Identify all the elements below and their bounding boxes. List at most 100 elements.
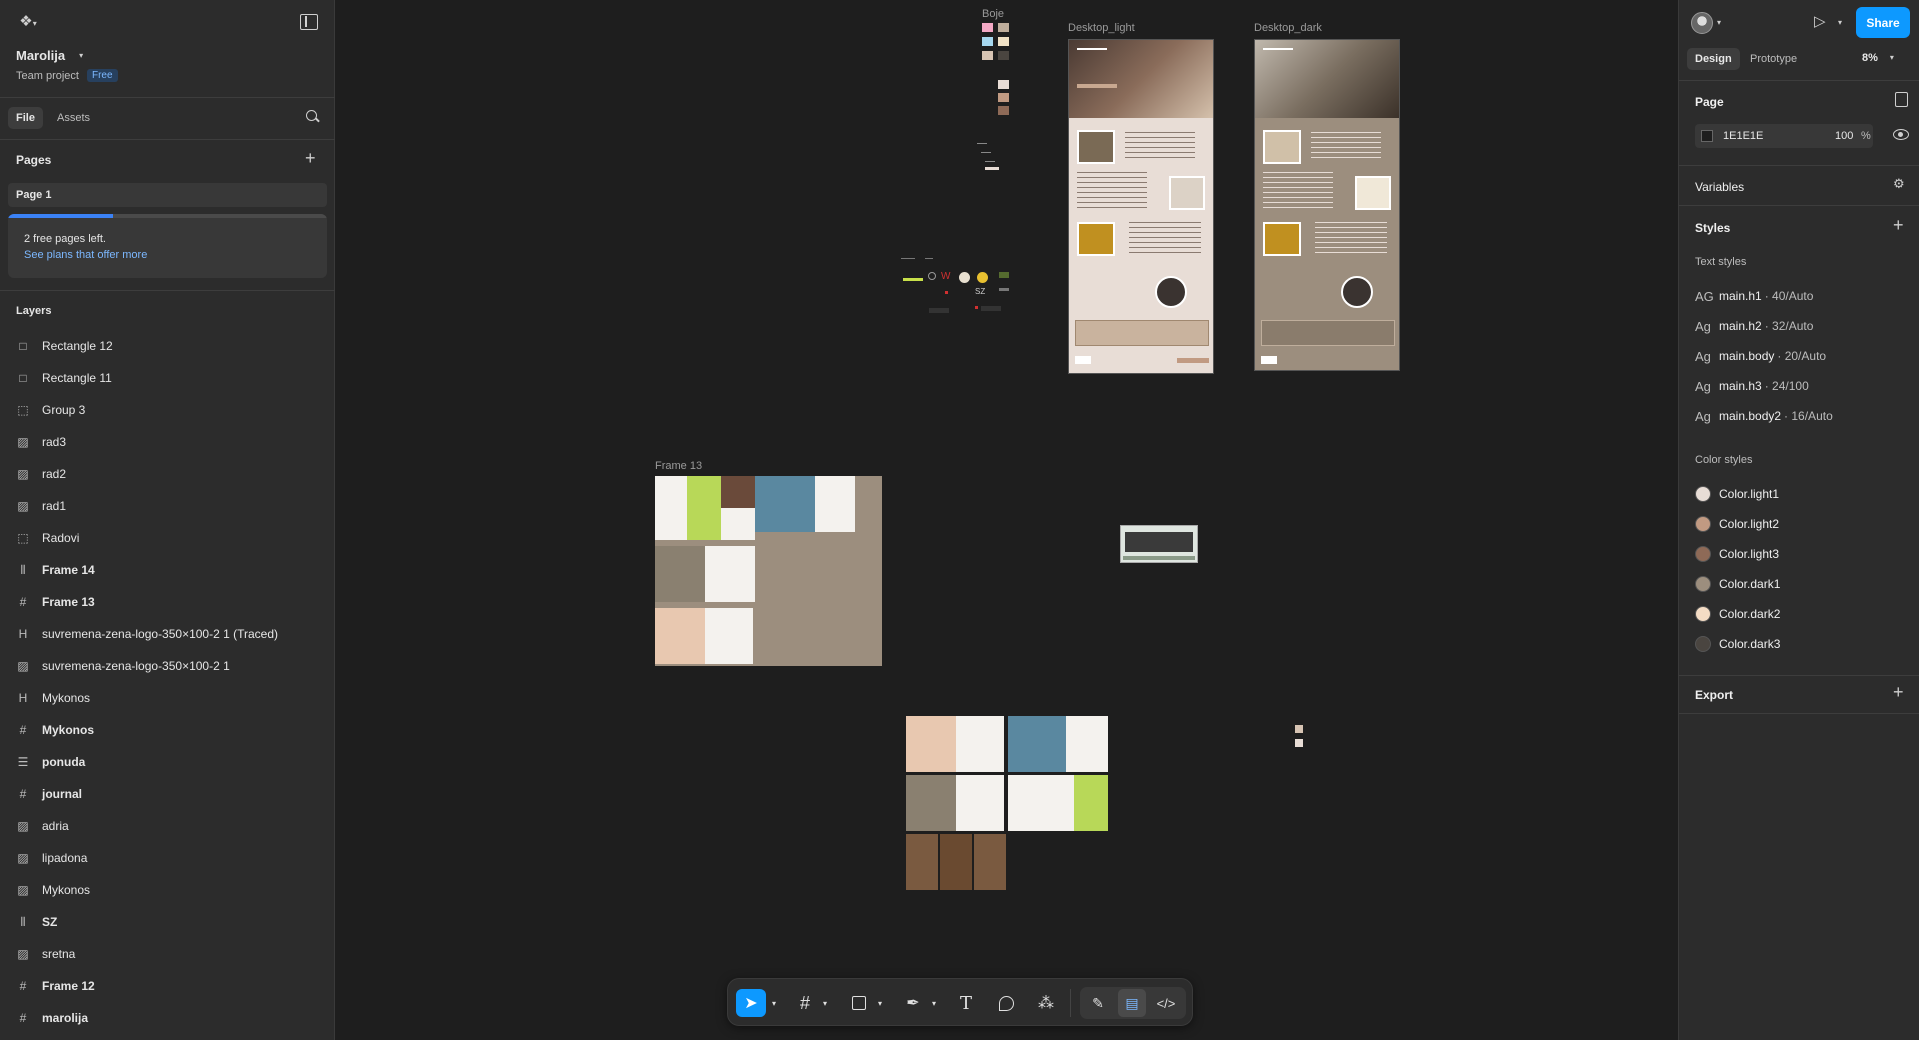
add-page-icon[interactable]: + — [305, 149, 316, 167]
sidebar-toggle-icon[interactable] — [300, 14, 318, 30]
layer-item[interactable]: # Mykonos — [16, 714, 326, 746]
layer-item[interactable]: # Frame 12 — [16, 970, 326, 1002]
laptop-mockup[interactable] — [1120, 525, 1198, 563]
layer-item[interactable]: ☰ ponuda — [16, 746, 326, 778]
move-tool-dropdown[interactable]: ▾ — [768, 989, 780, 1017]
canvas[interactable]: Boje W SZ Desktop_light Desktop_dark Fra… — [335, 0, 1890, 1040]
frame-label-frame-13[interactable]: Frame 13 — [655, 460, 702, 472]
draw-mode-button[interactable]: ✎ — [1084, 989, 1112, 1017]
color-style-swatch — [1695, 576, 1711, 592]
comment-tool-button[interactable] — [993, 989, 1019, 1017]
layer-item[interactable]: ⫴ SZ — [16, 906, 326, 938]
layer-item[interactable]: ▨ lipadona — [16, 842, 326, 874]
frame-tool-dropdown[interactable]: ▾ — [819, 989, 831, 1017]
pen-tool-button[interactable]: ✒ — [900, 989, 926, 1017]
text-icon: T — [959, 992, 972, 1014]
comment-icon — [998, 995, 1014, 1011]
zoom-dropdown[interactable]: 8% ▾ — [1862, 52, 1894, 64]
share-button[interactable]: Share — [1856, 7, 1910, 38]
layer-item[interactable]: ⬚ Group 3 — [16, 394, 326, 426]
layer-item[interactable]: ⬚ Radovi — [16, 522, 326, 554]
frame-13[interactable] — [655, 476, 882, 666]
desktop-light-frame[interactable] — [1068, 39, 1214, 374]
present-play-icon[interactable]: ▷ — [1814, 14, 1826, 29]
actions-tool-button[interactable]: ⁂ — [1033, 989, 1059, 1017]
add-export-icon[interactable]: + — [1893, 683, 1904, 701]
text-style-item[interactable]: Ag main.body2 · 16/Auto — [1695, 406, 1833, 426]
background-color-swatch[interactable] — [1701, 130, 1713, 142]
logo-cluster[interactable]: W SZ — [901, 258, 1041, 318]
image-icon: ▨ — [17, 659, 29, 673]
frame-label-boje[interactable]: Boje — [982, 8, 1004, 20]
move-tool-button[interactable]: ➤ — [736, 989, 766, 1017]
text-style-item[interactable]: AG main.h1 · 40/Auto — [1695, 286, 1813, 306]
pen-tool-dropdown[interactable]: ▾ — [928, 989, 940, 1017]
layer-item[interactable]: ⫴ Frame 14 — [16, 554, 326, 586]
text-style-item[interactable]: Ag main.h3 · 24/100 — [1695, 376, 1809, 396]
color-style-item[interactable]: Color.light3 — [1695, 544, 1779, 564]
layer-item[interactable]: ▨ Mykonos — [16, 874, 326, 906]
color-style-item[interactable]: Color.light1 — [1695, 484, 1779, 504]
layer-item[interactable]: □ Rectangle 12 — [16, 330, 326, 362]
frame-label-desktop-light[interactable]: Desktop_light — [1068, 22, 1135, 34]
layer-item[interactable]: ▨ rad3 — [16, 426, 326, 458]
color-swatch-group[interactable] — [982, 23, 1022, 115]
small-swatch[interactable] — [1295, 725, 1303, 733]
frame-tool-button[interactable]: # — [792, 989, 818, 1017]
shape-tool-button[interactable] — [846, 989, 872, 1017]
color-style-item[interactable]: Color.dark1 — [1695, 574, 1780, 594]
variables-settings-icon[interactable]: ⚙ — [1893, 177, 1905, 190]
tab-prototype[interactable]: Prototype — [1750, 48, 1797, 70]
tab-design[interactable]: Design — [1687, 48, 1740, 70]
variables-title[interactable]: Variables — [1695, 180, 1744, 194]
text-style-item[interactable]: Ag main.h2 · 32/Auto — [1695, 316, 1813, 336]
page-settings-icon[interactable] — [1895, 92, 1908, 107]
layer-label: Frame 14 — [42, 563, 95, 577]
layer-item[interactable]: ▨ adria — [16, 810, 326, 842]
layer-item[interactable]: H Mykonos — [16, 682, 326, 714]
page-background-input[interactable]: 1E1E1E 100 % — [1695, 124, 1873, 148]
desktop-dark-frame[interactable] — [1254, 39, 1400, 371]
add-style-icon[interactable]: + — [1893, 216, 1904, 234]
autolayout-stack-icon: ☰ — [17, 755, 29, 769]
text-tool-button[interactable]: T — [953, 989, 979, 1017]
right-panel: ▾ ▷ ▾ Share Design Prototype 8% ▾ Page 1… — [1678, 0, 1919, 1040]
file-name[interactable]: Marolija ▾ — [16, 48, 83, 63]
search-icon[interactable] — [306, 110, 320, 124]
color-style-item[interactable]: Color.light2 — [1695, 514, 1779, 534]
color-style-name: Color.dark1 — [1719, 577, 1781, 591]
color-style-name: Color.dark2 — [1719, 607, 1781, 621]
frame-label-desktop-dark[interactable]: Desktop_dark — [1254, 22, 1322, 34]
layer-item[interactable]: # Frame 13 — [16, 586, 326, 618]
color-style-item[interactable]: Color.dark2 — [1695, 604, 1780, 624]
text-style-item[interactable]: Ag main.body · 20/Auto — [1695, 346, 1826, 366]
layer-item[interactable]: # journal — [16, 778, 326, 810]
design-mode-button[interactable]: ▤ — [1118, 989, 1146, 1017]
collage-group[interactable] — [906, 716, 1108, 890]
tab-file[interactable]: File — [8, 107, 43, 129]
layer-item[interactable]: □ Rectangle 11 — [16, 362, 326, 394]
see-plans-link[interactable]: See plans that offer more — [24, 249, 147, 261]
export-title: Export — [1695, 688, 1734, 702]
small-text-elements[interactable] — [977, 143, 1007, 173]
layer-item[interactable]: ▨ rad1 — [16, 490, 326, 522]
tab-assets[interactable]: Assets — [55, 107, 92, 129]
color-style-item[interactable]: Color.dark3 — [1695, 634, 1780, 654]
figma-menu-icon[interactable]: ❖▾ — [16, 14, 40, 32]
layer-item[interactable]: # marolija — [16, 1002, 326, 1034]
avatar[interactable] — [1691, 12, 1713, 34]
layer-label: lipadona — [42, 851, 88, 865]
dev-mode-button[interactable]: </> — [1152, 989, 1180, 1017]
text-style-name: main.h2 — [1719, 319, 1762, 333]
small-swatch[interactable] — [1295, 739, 1303, 747]
chevron-down-icon[interactable]: ▾ — [1717, 19, 1721, 27]
layer-label: journal — [42, 787, 83, 801]
eye-visibility-icon[interactable] — [1893, 129, 1909, 140]
layer-item[interactable]: ▨ sretna — [16, 938, 326, 970]
layer-item[interactable]: ▨ suvremena-zena-logo-350×100-2 1 — [16, 650, 326, 682]
shape-tool-dropdown[interactable]: ▾ — [874, 989, 886, 1017]
layer-item[interactable]: ▨ rad2 — [16, 458, 326, 490]
page-item-page-1[interactable]: Page 1 — [8, 183, 327, 207]
layer-item[interactable]: Hsuvremena-zena-logo-350×100-2 1 (Traced… — [16, 618, 326, 650]
chevron-down-icon[interactable]: ▾ — [1838, 19, 1842, 27]
